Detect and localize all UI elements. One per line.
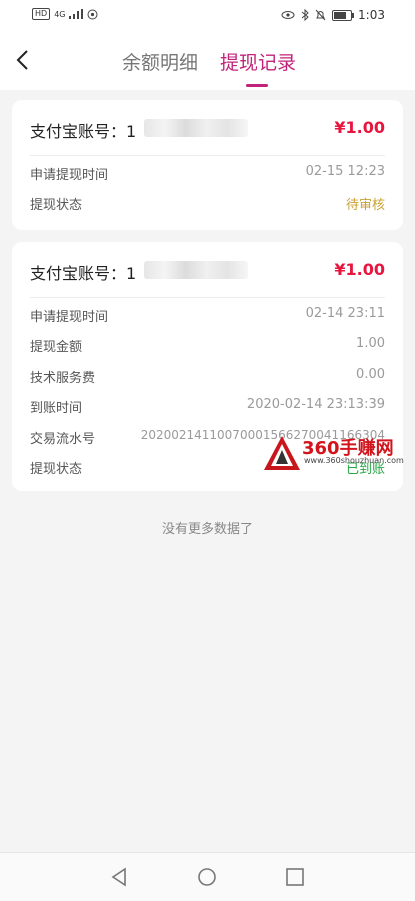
hd-badge: HD [32,8,51,20]
tab-balance-detail[interactable]: 余额明细 [122,48,198,75]
account-row: 支付宝账号：1 ¥1.00 [30,258,385,284]
account-label: 支付宝账号：1 [30,260,136,284]
masked-account-number [144,261,248,279]
detail-key: 到账时间 [30,401,83,416]
network-type: 4G [54,9,66,19]
status-left: HD 4G [32,8,98,20]
detail-key: 申请提现时间 [30,310,109,325]
detail-key: 提现金额 [30,340,83,355]
account-number-prefix: 1 [126,264,137,283]
detail-row: 申请提现时间 02-14 23:11 [30,304,385,326]
detail-key: 提现状态 [30,462,83,477]
withdraw-amount: ¥1.00 [334,260,385,279]
battery-icon [332,9,355,21]
active-tab-indicator [246,84,268,87]
signal-icon [69,9,84,19]
no-more-data-text: 没有更多数据了 [161,522,253,537]
detail-value: 2020-02-14 23:13:39 [246,397,385,412]
eye-icon [281,11,295,19]
detail-row: 技术服务费 0.00 [30,365,385,387]
detail-row: 申请提现时间 02-15 12:23 [30,162,385,184]
detail-value: 02-14 23:11 [305,306,385,321]
tab-withdraw-records[interactable]: 提现记录 [220,48,296,75]
detail-key: 交易流水号 [30,432,96,447]
watermark-url: www.360shouzhuan.com [304,456,404,465]
divider [30,297,385,298]
withdraw-record-card: 支付宝账号：1 ¥1.00 申请提现时间 02-15 12:23 提现状态 待审… [12,100,403,230]
detail-key: 技术服务费 [30,371,96,386]
nav-recents-icon[interactable] [283,865,307,889]
account-number-prefix: 1 [126,122,137,141]
detail-value: 0.00 [356,367,385,382]
detail-row: 提现状态 待审核 [30,192,385,214]
withdraw-amount: ¥1.00 [334,118,385,137]
watermark-triangle-icon [264,436,300,470]
account-row: 支付宝账号：1 ¥1.00 [30,116,385,142]
status-value: 待审核 [345,198,385,213]
detail-row: 到账时间 2020-02-14 23:13:39 [30,395,385,417]
mute-bell-icon [315,9,326,21]
nav-home-icon[interactable] [195,865,219,889]
bluetooth-icon [301,9,309,21]
detail-value: 02-15 12:23 [305,164,385,179]
status-bar: HD 4G 1:03 [0,0,415,32]
account-label-text: 支付宝账号： [30,122,127,141]
nav-back-icon[interactable] [107,865,131,889]
app-notification-icon [87,9,98,19]
system-nav-bar [0,852,415,901]
watermark-logo: 360手赚网 www.360shouzhuan.com [262,432,412,474]
divider [30,155,385,156]
detail-key: 申请提现时间 [30,168,109,183]
detail-row: 提现金额 1.00 [30,334,385,356]
detail-key: 提现状态 [30,198,83,213]
account-label: 支付宝账号：1 [30,118,136,142]
status-right: 1:03 [281,8,385,22]
status-time: 1:03 [358,8,385,22]
masked-account-number [144,119,248,137]
detail-value: 1.00 [356,336,385,351]
back-arrow-icon[interactable] [12,46,36,74]
app-header: 余额明细 提现记录 [0,32,415,90]
account-label-text: 支付宝账号： [30,264,127,283]
